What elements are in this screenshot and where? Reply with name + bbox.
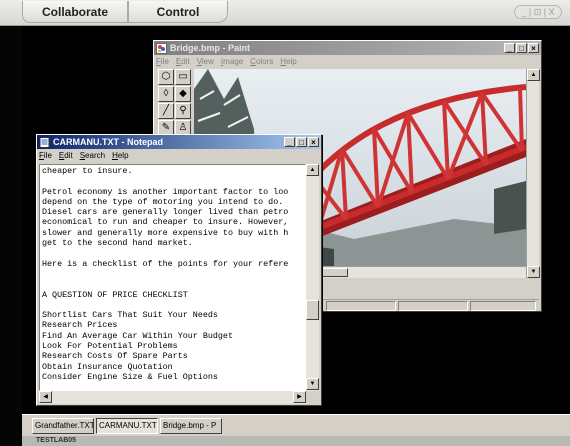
menu-image[interactable]: Image	[221, 57, 243, 66]
notepad-title: CARMANU.TXT - Notepad	[53, 137, 163, 147]
screen: Collaborate Control _ | ⊡ | X Bridge.bmp…	[0, 0, 570, 446]
scroll-right-icon[interactable]: ▶	[293, 391, 306, 403]
menu-file[interactable]: File	[156, 57, 169, 66]
menu-file[interactable]: File	[39, 151, 52, 160]
taskbar-item-bridge[interactable]: Bridge.bmp - P	[160, 418, 222, 434]
close-icon[interactable]: ×	[528, 43, 539, 53]
paint-app-icon	[156, 42, 167, 54]
host-label: TESTLAB05	[22, 436, 570, 446]
menu-search[interactable]: Search	[80, 151, 105, 160]
minimize-icon[interactable]: _	[284, 137, 295, 147]
paint-titlebar[interactable]: Bridge.bmp - Paint _ □ ×	[154, 41, 541, 55]
scroll-up-icon[interactable]: ▲	[527, 69, 540, 81]
color-picker-icon[interactable]: ╱	[158, 103, 174, 119]
remote-app-toolbar: Collaborate Control _ | ⊡ | X	[0, 0, 570, 26]
magnifier-icon[interactable]: ⚲	[175, 103, 191, 119]
fill-bucket-icon[interactable]: ◆	[175, 86, 191, 102]
rect-select-icon[interactable]: ▭	[175, 69, 191, 85]
taskbar: Grandfather.TXT CARMANU.TXT Bridge.bmp -…	[22, 414, 570, 436]
notepad-vscroll-thumb[interactable]	[306, 300, 319, 320]
taskbar-item-grandfather[interactable]: Grandfather.TXT	[32, 418, 94, 434]
menu-view[interactable]: View	[197, 57, 214, 66]
free-select-icon[interactable]: ⬡	[158, 69, 174, 85]
menu-edit[interactable]: Edit	[176, 57, 190, 66]
eraser-icon[interactable]: ◊	[158, 86, 174, 102]
resize-grip-icon[interactable]	[306, 391, 319, 404]
menu-help[interactable]: Help	[280, 57, 296, 66]
paint-title: Bridge.bmp - Paint	[170, 43, 251, 53]
scroll-down-icon[interactable]: ▼	[527, 266, 540, 278]
taskbar-item-carmanu[interactable]: CARMANU.TXT	[96, 418, 158, 434]
scroll-left-icon[interactable]: ◀	[39, 391, 52, 403]
scroll-up-icon[interactable]: ▲	[306, 164, 319, 176]
maximize-icon[interactable]: □	[516, 43, 527, 53]
notepad-horizontal-scrollbar[interactable]: ◀ ▶	[39, 391, 306, 404]
paint-vertical-scrollbar[interactable]: ▲ ▼	[526, 69, 540, 278]
notepad-menubar: File Edit Search Help	[37, 149, 321, 161]
menu-edit[interactable]: Edit	[59, 151, 73, 160]
maximize-icon[interactable]: □	[296, 137, 307, 147]
remote-desktop: Bridge.bmp - Paint _ □ × File Edit View …	[22, 26, 570, 414]
minimize-icon[interactable]: _	[504, 43, 515, 53]
menu-help[interactable]: Help	[112, 151, 128, 160]
remote-window-controls[interactable]: _ | ⊡ | X	[514, 5, 562, 19]
menu-colors[interactable]: Colors	[250, 57, 273, 66]
paint-menubar: File Edit View Image Colors Help	[154, 55, 541, 67]
tab-collaborate[interactable]: Collaborate	[22, 1, 128, 23]
notepad-app-icon	[39, 136, 50, 148]
notepad-window[interactable]: CARMANU.TXT - Notepad _ □ × File Edit Se…	[36, 134, 322, 406]
scroll-down-icon[interactable]: ▼	[306, 378, 319, 390]
notepad-titlebar[interactable]: CARMANU.TXT - Notepad _ □ ×	[37, 135, 321, 149]
notepad-text-area[interactable]: cheaper to insure. Petrol economy is ano…	[39, 164, 306, 391]
notepad-vertical-scrollbar[interactable]: ▲ ▼	[306, 164, 319, 391]
tab-control[interactable]: Control	[128, 1, 228, 23]
close-icon[interactable]: ×	[308, 137, 319, 147]
